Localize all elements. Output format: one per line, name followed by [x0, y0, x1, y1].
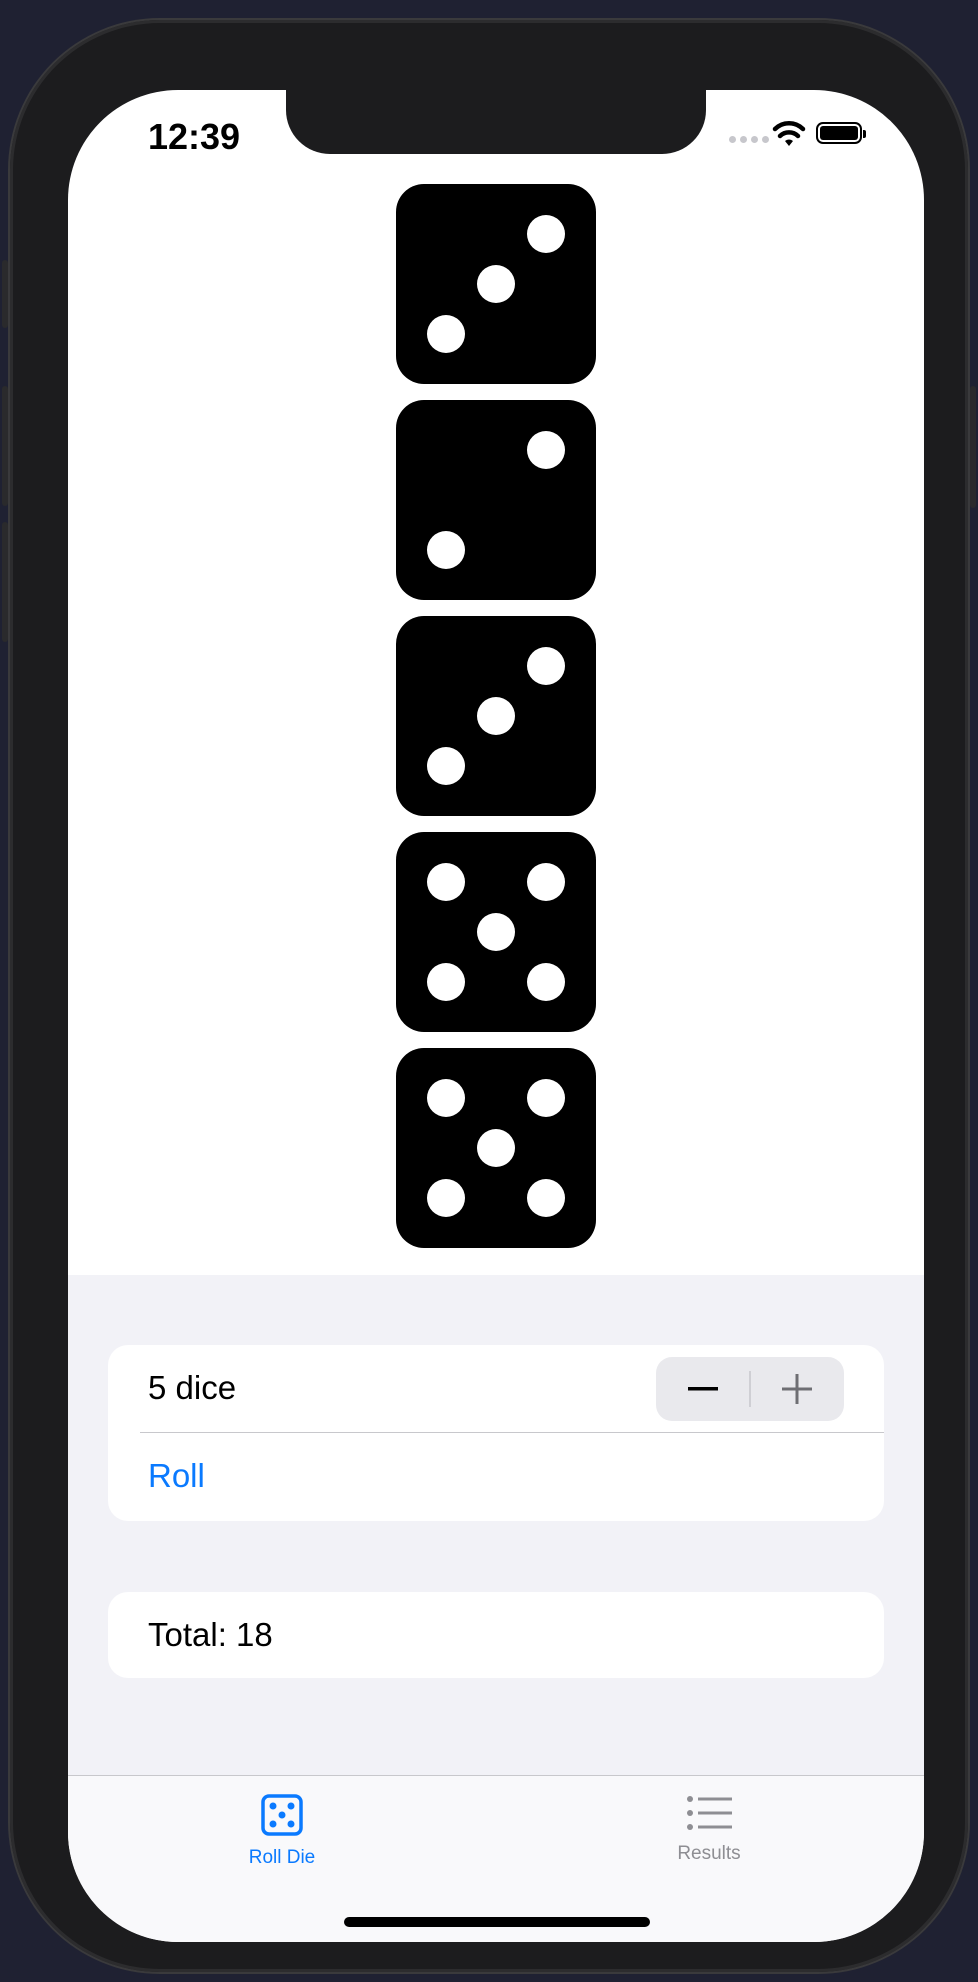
volume-up-button: [2, 386, 8, 506]
total-label: Total: 18: [148, 1616, 273, 1653]
increment-button[interactable]: [750, 1357, 844, 1421]
die-pip: [427, 315, 465, 353]
die-pip: [427, 747, 465, 785]
power-button: [970, 386, 976, 508]
volume-down-button: [2, 522, 8, 642]
die-pip: [427, 963, 465, 1001]
tab-label: Results: [677, 1843, 741, 1864]
plus-icon: [782, 1374, 812, 1404]
home-indicator: [344, 1917, 650, 1927]
die-face-2: [396, 400, 596, 600]
roll-button[interactable]: Roll: [148, 1457, 205, 1495]
ringer-switch: [2, 260, 8, 328]
die-pip: [527, 215, 565, 253]
die-face-5: [396, 832, 596, 1032]
tab-label: Roll Die: [248, 1847, 316, 1868]
die-pip: [527, 431, 565, 469]
minus-icon: [688, 1387, 718, 1391]
row-separator: [140, 1432, 884, 1433]
die-pip: [427, 863, 465, 901]
die-pip: [527, 1079, 565, 1117]
dice-count-stepper[interactable]: [656, 1357, 844, 1421]
decrement-button[interactable]: [656, 1357, 750, 1421]
tab-roll-die[interactable]: Roll Die: [182, 1794, 382, 1869]
die-pip: [527, 1179, 565, 1217]
die-pip: [427, 1079, 465, 1117]
die-pip: [427, 531, 465, 569]
dice-display: [396, 184, 596, 1264]
list-icon: [687, 1796, 732, 1830]
die-pip: [527, 647, 565, 685]
die-pip: [477, 265, 515, 303]
screen: 12:39 5 dice Roll Total: 18 Roll Die Res…: [68, 90, 924, 1942]
notch: [286, 90, 706, 154]
die-face-3: [396, 616, 596, 816]
die-pip: [527, 863, 565, 901]
die-pip: [477, 697, 515, 735]
die-face-3: [396, 184, 596, 384]
controls-form: 5 dice Roll Total: 18: [68, 1275, 924, 1775]
total-section: Total: 18: [108, 1592, 884, 1678]
die-face-icon: [261, 1794, 303, 1836]
battery-icon: [816, 122, 866, 144]
phone-frame: 12:39 5 dice Roll Total: 18 Roll Die Res…: [2, 20, 976, 1972]
dice-count-label: 5 dice: [148, 1369, 237, 1406]
die-pip: [527, 963, 565, 1001]
die-pip: [477, 1129, 515, 1167]
dice-settings-section: 5 dice Roll: [108, 1345, 884, 1521]
wifi-icon: [772, 121, 806, 146]
cellular-signal-icon: [729, 136, 769, 143]
tab-results[interactable]: Results: [609, 1794, 809, 1865]
die-face-5: [396, 1048, 596, 1248]
die-pip: [477, 913, 515, 951]
status-time: 12:39: [148, 116, 241, 157]
die-pip: [427, 1179, 465, 1217]
